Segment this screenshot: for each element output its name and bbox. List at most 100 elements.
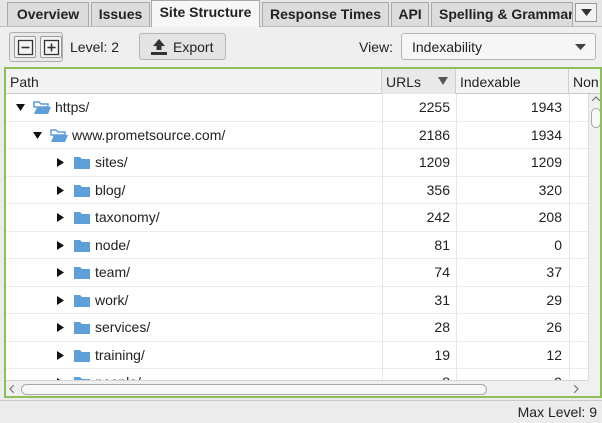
- view-label: View:: [359, 39, 393, 55]
- urls-cell: 74: [434, 264, 450, 280]
- urls-cell: 242: [426, 209, 450, 225]
- column-header-label: Path: [10, 74, 39, 90]
- tab-spelling-grammar[interactable]: Spelling & Grammar: [431, 2, 573, 26]
- indexable-cell: 320: [538, 181, 562, 198]
- table-row[interactable]: sites/1209 1209: [6, 149, 588, 177]
- status-bar: Max Level: 9: [0, 400, 602, 423]
- folder-open-icon: [33, 101, 51, 114]
- table-row[interactable]: services/28 26: [6, 314, 588, 342]
- urls-cell: 1209: [418, 154, 450, 170]
- indexable-cell: 208: [538, 209, 562, 225]
- tab-site-structure[interactable]: Site Structure: [151, 0, 260, 27]
- path-cell: services/: [95, 319, 151, 335]
- export-icon: [151, 39, 167, 55]
- horizontal-scroll-thumb[interactable]: [21, 384, 487, 395]
- expand-row-icon[interactable]: [56, 323, 66, 333]
- site-structure-table: Path URLs Indexable Non https/2255 1943 ww…: [4, 67, 602, 398]
- tab-label: Issues: [98, 6, 143, 22]
- column-header-non-indexable[interactable]: Non: [569, 69, 600, 94]
- folder-open-icon: [50, 128, 68, 142]
- urls-cell: 19: [434, 346, 450, 363]
- tab-issues[interactable]: Issues: [91, 2, 150, 26]
- table-row[interactable]: https/2255 1943: [6, 94, 588, 122]
- app-window: Overview Issues Site Structure Response …: [0, 0, 602, 423]
- table-row[interactable]: taxonomy/242 208: [6, 204, 588, 232]
- table-row[interactable]: team/74 37: [6, 259, 588, 287]
- level-label: Level: 2: [70, 39, 120, 55]
- expand-row-icon[interactable]: [56, 158, 66, 168]
- table-header: Path URLs Indexable Non: [6, 69, 600, 94]
- indexable-cell: 1943: [530, 99, 562, 115]
- path-cell: taxonomy/: [95, 209, 160, 225]
- export-label: Export: [173, 39, 214, 55]
- collapse-row-icon[interactable]: [33, 131, 43, 141]
- indexable-cell: 1209: [530, 154, 562, 170]
- tab-api[interactable]: API: [391, 2, 429, 26]
- vertical-scrollbar[interactable]: [588, 94, 600, 380]
- horizontal-scrollbar[interactable]: [6, 380, 588, 396]
- expand-button[interactable]: [40, 36, 62, 58]
- folder-icon: [74, 212, 90, 224]
- indexable-cell: 1934: [530, 126, 562, 143]
- path-cell: team/: [95, 264, 131, 280]
- folder-icon: [74, 157, 90, 169]
- collapse-row-icon[interactable]: [16, 103, 26, 113]
- path-cell: sites/: [95, 154, 128, 170]
- tab-overview[interactable]: Overview: [7, 2, 89, 26]
- indexable-cell: 29: [546, 291, 562, 308]
- tab-label: API: [398, 6, 422, 22]
- sort-desc-icon: [438, 77, 448, 85]
- toolbar: Level: 2 Export View: Indexability: [0, 26, 602, 66]
- tab-label: Site Structure: [159, 4, 252, 20]
- column-header-indexable[interactable]: Indexable: [456, 69, 569, 94]
- tab-response-times[interactable]: Response Times: [262, 2, 389, 26]
- expand-row-icon[interactable]: [56, 295, 66, 306]
- expand-all-icon: [43, 39, 60, 56]
- column-header-label: Non: [573, 74, 599, 90]
- export-button[interactable]: Export: [139, 33, 226, 60]
- collapse-all-icon: [17, 39, 34, 56]
- tab-label: Overview: [16, 6, 80, 22]
- scroll-left-icon: [9, 385, 14, 393]
- vertical-scroll-thumb[interactable]: [591, 108, 600, 128]
- folder-icon: [74, 184, 90, 197]
- expand-row-icon[interactable]: [56, 213, 66, 223]
- path-cell: blog/: [95, 181, 126, 198]
- column-header-label: URLs: [386, 74, 422, 90]
- folder-icon: [74, 267, 90, 279]
- table-body: https/2255 1943 www.prometsource.com/2186 1…: [6, 94, 588, 380]
- urls-cell: 28: [434, 319, 450, 335]
- folder-icon: [74, 239, 90, 252]
- tab-bar: Overview Issues Site Structure Response …: [0, 0, 602, 27]
- tab-overflow-button[interactable]: [575, 3, 597, 22]
- table-row[interactable]: node/81 0: [6, 232, 588, 259]
- indexable-cell: 26: [546, 319, 562, 335]
- path-cell: training/: [95, 346, 145, 363]
- scroll-right-icon: [574, 385, 579, 393]
- view-dropdown[interactable]: Indexability: [401, 33, 596, 60]
- indexable-cell: 0: [554, 236, 562, 253]
- column-header-urls[interactable]: URLs: [382, 69, 456, 94]
- expand-row-icon[interactable]: [56, 240, 66, 251]
- indexable-cell: 37: [546, 264, 562, 280]
- table-row[interactable]: work/31 29: [6, 287, 588, 314]
- table-row[interactable]: people/89: [6, 369, 588, 380]
- scrollbar-corner: [588, 380, 600, 396]
- path-cell: work/: [95, 291, 129, 308]
- scroll-up-icon: [592, 96, 600, 101]
- expand-row-icon[interactable]: [56, 350, 66, 361]
- expand-row-icon[interactable]: [56, 268, 66, 278]
- urls-cell: 356: [426, 181, 450, 198]
- expand-row-icon[interactable]: [56, 185, 66, 196]
- table-row[interactable]: blog/356 320: [6, 177, 588, 204]
- indexable-cell: 12: [546, 346, 562, 363]
- collapse-button[interactable]: [14, 36, 36, 58]
- max-level-label: Max Level: 9: [517, 404, 597, 420]
- path-cell: node/: [95, 236, 131, 253]
- column-header-label: Indexable: [460, 74, 521, 90]
- urls-cell: 2186: [418, 126, 450, 143]
- table-row[interactable]: training/19 12: [6, 342, 588, 369]
- table-row[interactable]: www.prometsource.com/2186 1934: [6, 122, 588, 149]
- urls-cell: 2255: [418, 99, 450, 115]
- column-header-path[interactable]: Path: [6, 69, 382, 94]
